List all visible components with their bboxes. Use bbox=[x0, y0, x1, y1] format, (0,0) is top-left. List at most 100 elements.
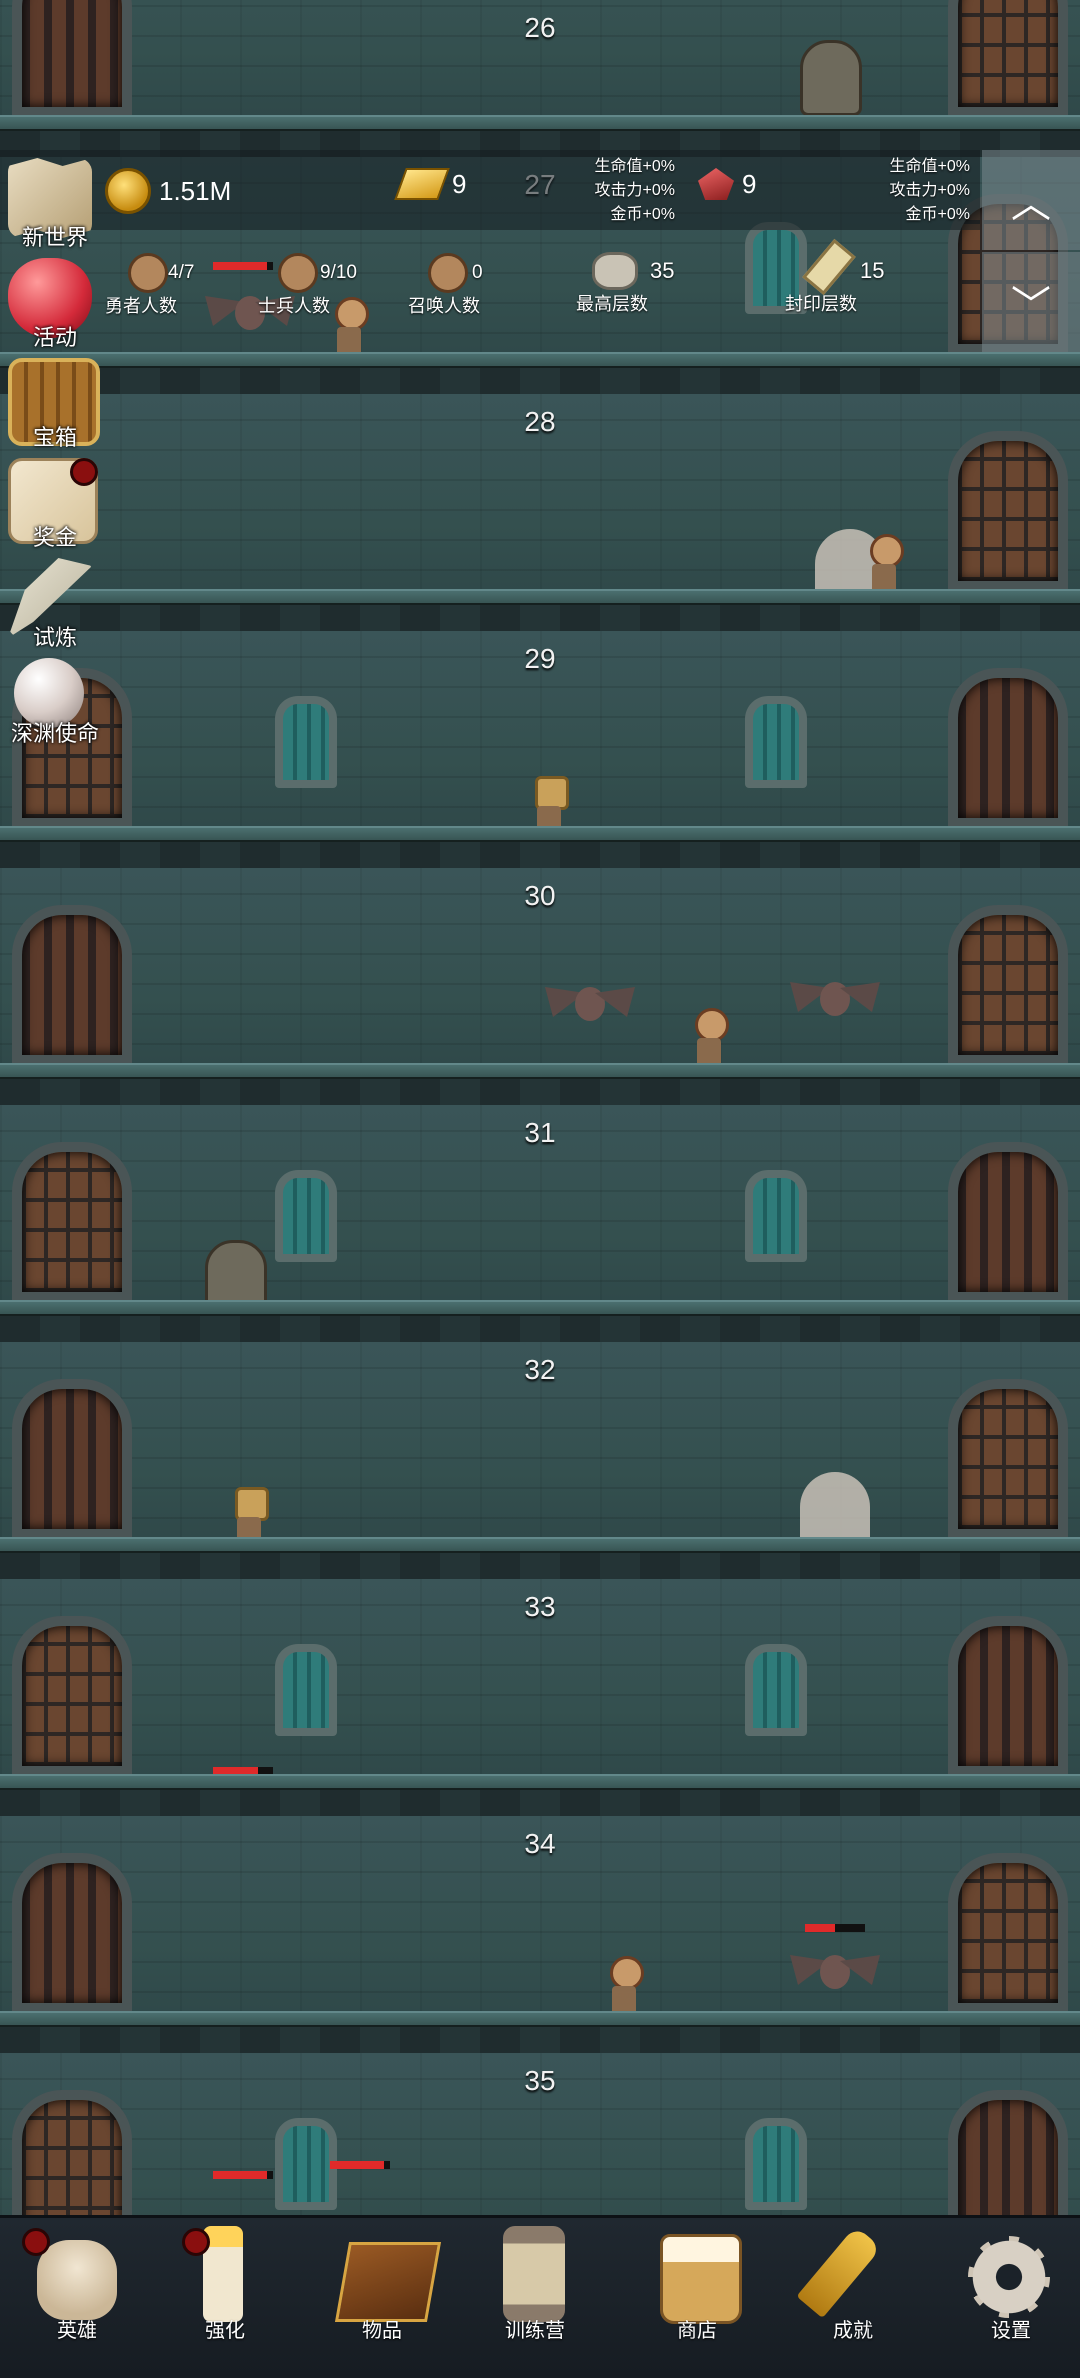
enemy-hp-bar bbox=[213, 262, 273, 270]
side-events-label: 活动 bbox=[32, 325, 77, 350]
nav-settings-label: 设置 bbox=[991, 2320, 1031, 2342]
sealed-floor-count: 15 bbox=[860, 258, 884, 284]
window bbox=[275, 1170, 337, 1262]
window bbox=[745, 696, 807, 788]
nav-enhance[interactable]: 强化 bbox=[148, 2218, 302, 2378]
floor-number: 26 bbox=[524, 12, 556, 43]
gold-bar-icon bbox=[394, 168, 450, 200]
gate-right bbox=[948, 431, 1068, 591]
side-events[interactable]: 活动 bbox=[0, 258, 110, 358]
hero-count-value: 4/7 bbox=[168, 262, 195, 283]
floor-number: 35 bbox=[524, 2065, 556, 2096]
door-right bbox=[948, 1142, 1068, 1302]
floor-base bbox=[0, 1077, 1080, 1105]
gate-right bbox=[948, 1379, 1068, 1539]
squid-monster[interactable] bbox=[800, 40, 862, 116]
side-bonus[interactable]: 奖金 bbox=[0, 458, 110, 558]
soldier-count-value: 9/10 bbox=[320, 262, 357, 283]
summon-head-icon bbox=[428, 253, 468, 293]
soldier-head-icon bbox=[278, 253, 318, 293]
side-trial-label: 试炼 bbox=[32, 625, 77, 650]
nav-training[interactable]: 训练营 bbox=[458, 2218, 612, 2378]
floor-number: 29 bbox=[524, 643, 556, 674]
floor-number: 28 bbox=[524, 406, 556, 437]
hero-head-icon bbox=[128, 253, 168, 293]
floor-26: 26 bbox=[0, 0, 1080, 157]
key-icon bbox=[796, 2225, 882, 2319]
hero-count-label: 勇者人数 bbox=[105, 296, 177, 316]
lantern-icon bbox=[503, 2226, 565, 2322]
floor-number: 32 bbox=[524, 1354, 556, 1385]
window bbox=[745, 1170, 807, 1262]
floor-base bbox=[0, 1314, 1080, 1342]
tower-view[interactable]: 26 27 28 29 30 bbox=[0, 0, 1080, 2220]
floor-29: 29 bbox=[0, 631, 1080, 868]
ruby-icon bbox=[698, 168, 734, 200]
gate-right bbox=[948, 1853, 1068, 2013]
nav-enhance-label: 强化 bbox=[205, 2320, 245, 2342]
book-icon bbox=[334, 2242, 442, 2322]
floor-number: 31 bbox=[524, 1117, 556, 1148]
door-left bbox=[12, 1853, 132, 2013]
floor-base bbox=[0, 366, 1080, 394]
side-new-world[interactable]: 新世界 bbox=[0, 158, 110, 258]
max-floor-count: 35 bbox=[650, 258, 674, 284]
gem-bonus-gold: 金币+0% bbox=[905, 206, 970, 223]
scroll-down-button[interactable]: ﹀ bbox=[982, 252, 1080, 352]
scroll-up-button[interactable]: ︿ bbox=[982, 150, 1080, 250]
sealed-floor-value: 15 bbox=[860, 258, 885, 283]
door-left bbox=[12, 905, 132, 1065]
side-abyss-mission[interactable]: 深渊使命 bbox=[0, 658, 110, 758]
window bbox=[275, 2118, 337, 2210]
nav-heroes[interactable]: 英雄 bbox=[0, 2218, 154, 2378]
enemy-hp-bar bbox=[213, 2171, 273, 2179]
nav-shop[interactable]: 商店 bbox=[620, 2218, 774, 2378]
floor-34: 34 bbox=[0, 1816, 1080, 2053]
door-right bbox=[948, 668, 1068, 828]
floor-32: 32 bbox=[0, 1342, 1080, 1579]
gold-bonus-gold: 金币+0% bbox=[610, 206, 675, 223]
nav-settings[interactable]: 设置 bbox=[934, 2218, 1080, 2378]
gold-bar-value: 9 bbox=[452, 168, 467, 199]
nav-items[interactable]: 物品 bbox=[305, 2218, 459, 2378]
floor-base bbox=[0, 840, 1080, 868]
notification-dot bbox=[22, 2228, 50, 2256]
window bbox=[745, 1644, 807, 1736]
gem-bonus-hp: 生命值+0% bbox=[889, 158, 970, 175]
summon-count: 0 bbox=[472, 262, 483, 284]
hero-count: 4/7 bbox=[168, 262, 194, 284]
bat-monster[interactable] bbox=[545, 983, 635, 1027]
coin-counter: 1.51M bbox=[105, 168, 231, 214]
up-chevron-icon: ︿ bbox=[1011, 182, 1051, 226]
side-chest-label: 宝箱 bbox=[32, 425, 77, 450]
gate-right bbox=[948, 905, 1068, 1065]
side-abyss-mission-label: 深渊使命 bbox=[10, 721, 99, 746]
summon-count-value: 0 bbox=[472, 262, 483, 283]
floor-28: 28 bbox=[0, 394, 1080, 631]
max-floor-value: 35 bbox=[650, 258, 675, 283]
floor-31: 31 bbox=[0, 1105, 1080, 1342]
nav-achievements[interactable]: 成就 bbox=[776, 2218, 930, 2378]
summon-count-label: 召唤人数 bbox=[408, 296, 480, 316]
gem-value: 9 bbox=[742, 168, 757, 199]
nav-heroes-label: 英雄 bbox=[57, 2320, 97, 2342]
coin-icon bbox=[105, 168, 151, 214]
nav-shop-label: 商店 bbox=[677, 2320, 717, 2342]
gem-counter[interactable]: 9 bbox=[698, 168, 756, 200]
gate-left bbox=[12, 1142, 132, 1302]
enemy-hp-bar bbox=[330, 2161, 390, 2169]
gate-right bbox=[948, 0, 1068, 117]
bat-monster[interactable] bbox=[790, 1951, 880, 1995]
side-trial[interactable]: 试炼 bbox=[0, 558, 110, 658]
gear-icon bbox=[968, 2236, 1050, 2318]
gold-bar-counter[interactable]: 9 bbox=[394, 168, 467, 200]
gem-bonus-list: 生命值+0% 攻击力+0% 金币+0% bbox=[855, 155, 970, 227]
nav-items-label: 物品 bbox=[362, 2320, 402, 2342]
floor-base bbox=[0, 2025, 1080, 2053]
floor-33: 33 bbox=[0, 1579, 1080, 1816]
soldier-count-label: 士兵人数 bbox=[258, 296, 330, 316]
sealed-floor-label: 封印层数 bbox=[785, 294, 857, 314]
bat-monster[interactable] bbox=[790, 978, 880, 1022]
enemy-hp-bar bbox=[805, 1924, 865, 1932]
side-chest[interactable]: 宝箱 bbox=[0, 358, 110, 458]
